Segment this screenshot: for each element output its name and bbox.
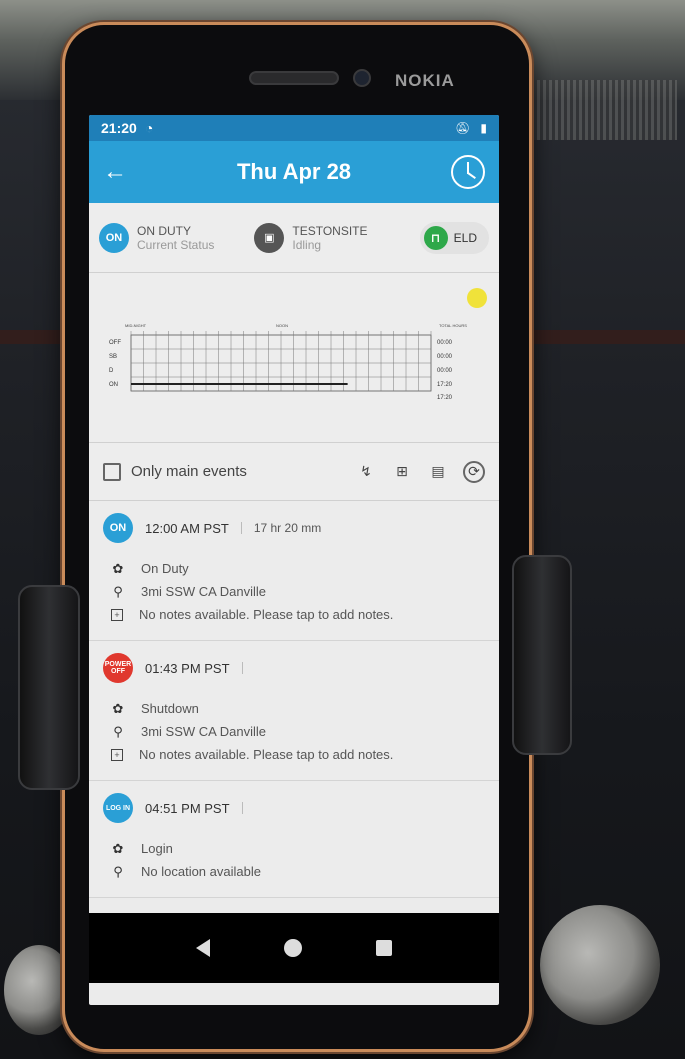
event-type: Shutdown [141, 701, 199, 716]
event-location: No location available [141, 864, 261, 879]
dashboard-knob-right [540, 905, 660, 1025]
notes-icon: + [111, 748, 123, 761]
event-badge: ON [103, 513, 133, 543]
grid-grand-total: 17:20 [437, 395, 453, 401]
event-duration: 17 hr 20 mm [253, 521, 322, 535]
location-pin-icon: ⚲ [113, 583, 123, 599]
app-screen: 21:20 ◔ 🔕︎ ▮ ← Thu Apr 28 ON ON DUTY Cur… [89, 115, 499, 1005]
sun-icon [467, 288, 487, 308]
vehicle-name: TESTONSITE [292, 223, 368, 238]
event-item[interactable]: POWER OFF 01:43 PM PST ✿ Shutdown ⚲ 3mi SS… [89, 641, 499, 781]
gear-icon: ✿ [112, 840, 124, 856]
duty-status-subtitle: Current Status [137, 237, 215, 252]
gear-icon: ✿ [112, 560, 124, 576]
add-event-icon[interactable]: ⊞ [391, 461, 413, 483]
status-time: 21:20 [101, 120, 137, 136]
eld-connected-icon: ⊓ [423, 225, 448, 250]
event-type: On Duty [141, 561, 189, 576]
grid-label-total-hours: TOTAL HOURS [439, 323, 467, 328]
grid-row-total: 00:00 [437, 354, 453, 360]
event-location: 3mi SSW CA Danville [141, 584, 266, 599]
front-camera [353, 69, 371, 87]
phone-holder-clamp-right [512, 555, 572, 755]
battery-icon: ▮ [480, 121, 487, 135]
grid-row-total: 00:00 [437, 368, 453, 374]
event-time: 04:51 PM PST [145, 800, 230, 816]
eld-connection-button[interactable]: ⊓ ELD [419, 221, 489, 254]
event-time: 12:00 AM PST [145, 520, 229, 536]
sync-icon[interactable]: ⟳ [463, 460, 485, 483]
nav-back-icon[interactable] [196, 939, 210, 957]
event-badge: POWER OFF [103, 653, 133, 683]
location-pin-icon: ⚲ [113, 863, 123, 879]
duty-status[interactable]: ON ON DUTY Current Status [99, 222, 215, 253]
truck-icon: ▣ [254, 222, 285, 253]
system-status-bar: 21:20 ◔ 🔕︎ ▮ [89, 115, 499, 141]
notes-icon: + [111, 608, 123, 621]
system-navigation-bar [89, 913, 499, 983]
event-list: ON 12:00 AM PST 17 hr 20 mm ✿ On Duty ⚲ 3m… [89, 501, 499, 898]
vehicle-state: Idling [292, 237, 322, 252]
event-item[interactable]: ON 12:00 AM PST 17 hr 20 mm ✿ On Duty ⚲ 3m… [89, 501, 499, 641]
air-vent [507, 80, 677, 140]
earpiece-speaker [249, 71, 339, 85]
divider [241, 802, 243, 814]
event-notes[interactable]: No notes available. Please tap to add no… [139, 747, 393, 762]
duty-status-title: ON DUTY [137, 223, 191, 238]
location-pin-icon: ⚲ [113, 723, 123, 739]
on-duty-badge: ON [99, 222, 129, 253]
clock-icon[interactable] [451, 155, 485, 189]
divider [240, 522, 242, 534]
grid-row-label: D [109, 368, 114, 374]
grid-row-label: ON [109, 382, 118, 388]
edit-log-icon[interactable]: ↯ [355, 461, 377, 483]
event-filter-row: Only main events ↯ ⊞ ▤ ⟳ [89, 443, 499, 501]
only-main-events-label: Only main events [131, 463, 247, 480]
event-time: 01:43 PM PST [145, 660, 230, 676]
event-badge: LOG IN [103, 793, 133, 823]
grid-label-noon: NOON [276, 323, 288, 328]
eld-label: ELD [453, 230, 477, 245]
grid-row-label: OFF [109, 340, 121, 346]
current-status-row: ON ON DUTY Current Status ▣ TESTONSITE I… [89, 203, 499, 273]
nav-recents-icon[interactable] [376, 940, 392, 956]
phone-brand: NOKIA [395, 71, 455, 90]
event-notes[interactable]: No notes available. Please tap to add no… [139, 607, 393, 622]
event-type: Login [141, 841, 173, 856]
log-grid-chart: MID-NIGHT NOON TOTAL HOURS OFF 00:00 SB 00:00 D… [109, 323, 467, 401]
divider [241, 662, 243, 674]
location-icon: ◔ [144, 120, 154, 136]
phone-device: NOKIA 21:20 ◔ 🔕︎ ▮ ← Thu Apr 28 ON ON DU… [62, 22, 532, 1052]
grid-label-midnight: MID-NIGHT [125, 323, 147, 328]
phone-holder-clamp-left [18, 585, 80, 790]
app-bar: ← Thu Apr 28 [89, 141, 499, 203]
log-report-icon[interactable]: ▤ [427, 461, 449, 483]
only-main-events-checkbox[interactable] [103, 462, 121, 481]
event-location: 3mi SSW CA Danville [141, 724, 266, 739]
gear-icon: ✿ [112, 700, 124, 716]
grid-row-total: 00:00 [437, 340, 453, 346]
nav-home-icon[interactable] [284, 939, 302, 957]
grid-row-total: 17:20 [437, 382, 453, 388]
page-title: Thu Apr 28 [236, 159, 352, 184]
vehicle-status[interactable]: ▣ TESTONSITE Idling [254, 222, 368, 253]
event-item[interactable]: LOG IN 04:51 PM PST ✿ Login ⚲ No location … [89, 781, 499, 898]
log-graph[interactable]: MID-NIGHT NOON TOTAL HOURS OFF 00:00 SB 00:00 D… [89, 273, 499, 443]
notifications-off-icon: 🔕︎ [455, 121, 471, 135]
grid-row-label: SB [109, 354, 117, 360]
